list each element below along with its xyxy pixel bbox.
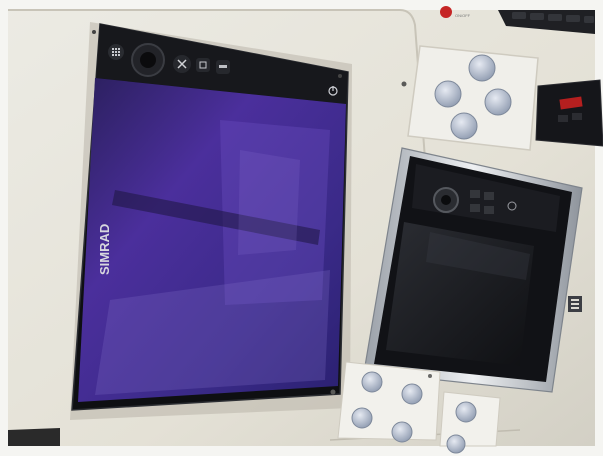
svg-text:ON/OFF: ON/OFF <box>455 13 471 18</box>
panel-button-1 <box>361 371 383 393</box>
panel-button-5 <box>455 401 477 423</box>
frame-top <box>0 0 603 10</box>
frame-left <box>0 0 8 456</box>
pad-button-bottom <box>450 112 478 140</box>
chartplotter-unit: SIMRAD <box>71 23 349 411</box>
panel-button-6 <box>446 434 466 454</box>
pad-button-top <box>468 54 496 82</box>
bottom-right-button-panel <box>439 391 501 454</box>
red-switch <box>440 6 452 18</box>
screw <box>330 389 336 395</box>
waypoint-button <box>196 58 210 72</box>
panel-button-2 <box>401 383 423 405</box>
pad-button-right <box>484 88 512 116</box>
panel-button-3 <box>351 407 373 429</box>
throttle-indicator-unit <box>535 79 603 147</box>
corner-shadow <box>8 428 60 446</box>
chartplotter-brand-label: SIMRAD <box>97 224 112 275</box>
photo-scene: ON/OFF SIMRAD <box>0 0 603 456</box>
panel-button-4 <box>391 421 413 443</box>
bottom-left-button-panel <box>337 361 441 443</box>
screw <box>401 81 407 87</box>
screw <box>428 374 432 378</box>
dashboard-photo: ON/OFF SIMRAD <box>0 0 603 456</box>
pad-button-left <box>434 80 462 108</box>
frame-right <box>595 0 603 456</box>
secondary-display-unit <box>363 147 583 393</box>
frame-bottom <box>0 446 603 456</box>
panel-badge <box>568 296 582 312</box>
control-pad <box>407 45 539 151</box>
